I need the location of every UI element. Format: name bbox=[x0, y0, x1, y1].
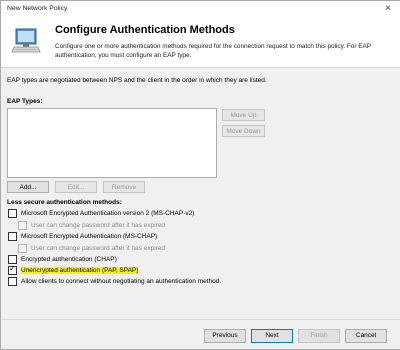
mschap-change-password-checkbox[interactable] bbox=[18, 244, 27, 253]
mschapv2-change-password-label: User can change password after it has ex… bbox=[31, 222, 166, 229]
allow-no-negotiation-option[interactable]: Allow clients to connect without negotia… bbox=[8, 277, 221, 286]
window-title: New Network Policy bbox=[7, 5, 68, 12]
mschap-label: Microsoft Encrypted Authentication (MS-C… bbox=[21, 233, 158, 240]
mschap-change-password-option[interactable]: User can change password after it has ex… bbox=[18, 244, 165, 253]
mschap-change-password-label: User can change password after it has ex… bbox=[31, 245, 166, 252]
mschapv2-label: Microsoft Encrypted Authentication versi… bbox=[21, 210, 195, 217]
mschapv2-change-password-option[interactable]: User can change password after it has ex… bbox=[18, 221, 165, 230]
allow-no-negotiation-label: Allow clients to connect without negotia… bbox=[21, 278, 222, 285]
pap-spap-checkbox[interactable] bbox=[8, 264, 17, 275]
move-up-button[interactable]: Move Up bbox=[222, 109, 265, 121]
mschapv2-option[interactable]: Microsoft Encrypted Authentication versi… bbox=[8, 209, 194, 218]
mschap-option[interactable]: Microsoft Encrypted Authentication (MS-C… bbox=[8, 232, 157, 241]
network-policy-monitor-icon bbox=[11, 28, 41, 53]
add-eap-button[interactable]: Add... bbox=[7, 181, 49, 193]
footer-divider bbox=[1, 319, 400, 320]
finish-button[interactable]: Finish bbox=[298, 329, 340, 343]
pap-spap-label: Unencrypted authentication (PAP, SPAP) bbox=[21, 267, 139, 274]
allow-no-negotiation-checkbox[interactable] bbox=[8, 277, 17, 286]
less-secure-label: Less secure authentication methods: bbox=[7, 199, 122, 206]
mschap-checkbox[interactable] bbox=[8, 232, 17, 241]
title-bar: New Network Policy × bbox=[1, 1, 400, 17]
chap-label: Encrypted authentication (CHAP) bbox=[21, 256, 117, 263]
edit-eap-button[interactable]: Edit... bbox=[55, 181, 97, 193]
page-description: Configure one or more authentication met… bbox=[55, 43, 371, 59]
page-title: Configure Authentication Methods bbox=[55, 24, 235, 36]
pap-spap-option[interactable]: Unencrypted authentication (PAP, SPAP) bbox=[8, 264, 139, 275]
previous-button[interactable]: Previous bbox=[204, 329, 246, 343]
chap-option[interactable]: Encrypted authentication (CHAP) bbox=[8, 255, 117, 264]
move-down-button[interactable]: Move Down bbox=[222, 125, 265, 137]
new-network-policy-window: New Network Policy × Configure Authentic… bbox=[0, 0, 400, 350]
eap-types-label: EAP Types: bbox=[7, 98, 43, 105]
eap-types-list[interactable] bbox=[7, 108, 217, 178]
page-header: Configure Authentication Methods Configu… bbox=[1, 17, 400, 68]
chap-checkbox[interactable] bbox=[8, 255, 17, 264]
next-button[interactable]: Next bbox=[251, 329, 293, 343]
mschapv2-checkbox[interactable] bbox=[8, 209, 17, 218]
eap-order-note: EAP types are negotiated between NPS and… bbox=[7, 77, 267, 84]
mschapv2-change-password-checkbox[interactable] bbox=[18, 221, 27, 230]
remove-eap-button[interactable]: Remove bbox=[103, 181, 145, 193]
cancel-button[interactable]: Cancel bbox=[345, 329, 387, 343]
close-icon[interactable]: × bbox=[382, 3, 394, 15]
